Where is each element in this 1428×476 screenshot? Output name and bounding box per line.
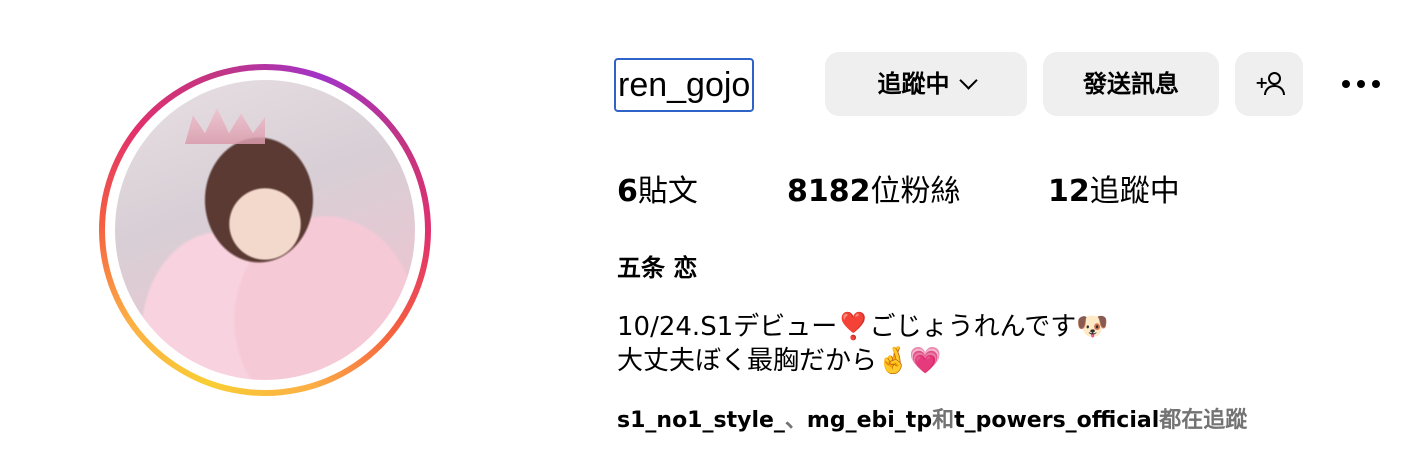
following-count-value: 12 [1048, 174, 1090, 209]
posts-count-value: 6 [617, 174, 638, 209]
followed-by-separator-2: 和 [932, 408, 955, 433]
followers-count-label: 位粉絲 [870, 174, 961, 209]
add-user-icon: + [1255, 72, 1285, 96]
suggested-users-button[interactable]: + [1235, 52, 1303, 116]
story-ring[interactable] [99, 64, 431, 396]
following-count-label: 追蹤中 [1089, 174, 1180, 209]
following-button[interactable]: 追蹤中 [825, 52, 1027, 116]
following-button-label: 追蹤中 [877, 70, 950, 98]
followed-by-account-2[interactable]: mg_ebi_tp [807, 408, 932, 433]
avatar[interactable] [115, 80, 415, 380]
posts-count-label: 貼文 [637, 174, 698, 209]
followed-by-account-1[interactable]: s1_no1_style_ [617, 408, 785, 433]
followed-by-separator-1: 、 [784, 408, 807, 433]
followers-count-value: 8182 [787, 174, 871, 209]
more-options-icon[interactable] [1338, 70, 1384, 98]
chevron-down-icon [958, 71, 978, 90]
bio: 10/24.S1デビュー❣️ごじょうれんです🐶 大丈夫ぼく最胸だから🤞💗 [617, 310, 1109, 378]
message-button-label: 發送訊息 [1083, 70, 1179, 98]
followed-by-suffix: 都在追蹤 [1159, 408, 1248, 433]
bow-decoration [265, 100, 315, 130]
crown-decoration [185, 108, 265, 144]
username[interactable]: ren_gojo [614, 58, 755, 112]
followed-by[interactable]: s1_no1_style_、mg_ebi_tp和t_powers_officia… [617, 404, 1247, 438]
following-count[interactable]: 12追蹤中 [1048, 170, 1180, 214]
followers-count[interactable]: 8182位粉絲 [787, 170, 961, 214]
followed-by-account-3[interactable]: t_powers_official [954, 408, 1159, 433]
bio-line-2: 大丈夫ぼく最胸だから🤞💗 [617, 346, 942, 376]
message-button[interactable]: 發送訊息 [1043, 52, 1219, 116]
full-name: 五条 恋 [617, 254, 698, 282]
posts-count[interactable]: 6貼文 [617, 170, 698, 214]
bio-line-1: 10/24.S1デビュー❣️ごじょうれんです🐶 [617, 312, 1109, 342]
